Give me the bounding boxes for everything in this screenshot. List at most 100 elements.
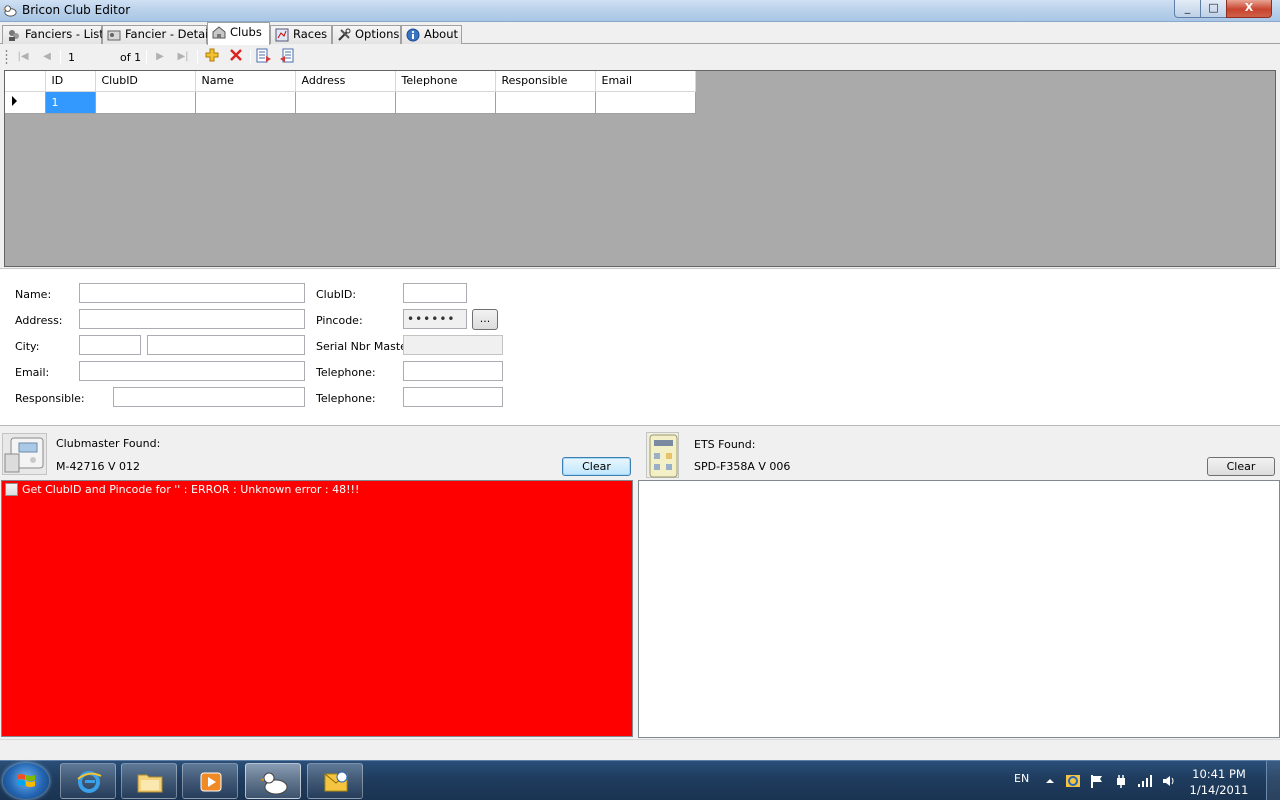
pincode-field[interactable] — [403, 309, 467, 329]
tab-label: About — [424, 27, 459, 41]
tab-fancier-detail[interactable]: Fancier - Detail — [102, 25, 212, 44]
move-first-button[interactable]: |◀ — [14, 48, 32, 66]
column-header-name[interactable]: Name — [195, 71, 296, 92]
language-indicator[interactable]: EN — [1014, 772, 1029, 785]
start-button[interactable] — [3, 763, 49, 799]
load-items-button[interactable] — [278, 48, 296, 66]
clubmaster-clear-button[interactable]: Clear — [562, 457, 631, 476]
cell-telephone[interactable] — [395, 91, 496, 114]
clubmaster-log-list[interactable]: Get ClubID and Pincode for '' : ERROR : … — [1, 480, 633, 737]
cell-responsible[interactable] — [495, 91, 596, 114]
delete-button[interactable] — [227, 48, 245, 66]
tab-about[interactable]: About — [401, 25, 462, 44]
row-selector[interactable] — [5, 91, 46, 114]
log-item-checkbox[interactable] — [5, 483, 18, 496]
responsible-field[interactable] — [113, 387, 305, 407]
delete-icon — [230, 49, 242, 61]
tab-clubs[interactable]: Clubs — [207, 22, 270, 45]
add-new-button[interactable] — [203, 48, 221, 66]
clubmaster-device-icon — [4, 437, 44, 473]
responsible-label: Responsible: — [15, 392, 85, 405]
column-header-email[interactable]: Email — [595, 71, 696, 92]
add-icon — [205, 48, 219, 62]
toolbar-separator — [250, 50, 251, 64]
column-header-id[interactable]: ID — [45, 71, 96, 92]
close-button[interactable]: X — [1226, 0, 1272, 18]
tab-options[interactable]: Options — [332, 25, 401, 44]
ets-device-image — [646, 432, 679, 478]
show-desktop-button[interactable] — [1266, 761, 1280, 800]
cell-clubid[interactable] — [95, 91, 196, 114]
toolbar-grip[interactable] — [5, 49, 8, 65]
city-field[interactable] — [147, 335, 305, 355]
position-input[interactable] — [66, 49, 114, 66]
column-header-telephone[interactable]: Telephone — [395, 71, 496, 92]
move-last-button[interactable]: ▶| — [174, 48, 192, 66]
email-field[interactable] — [79, 361, 305, 381]
move-previous-button[interactable]: ◀ — [38, 48, 56, 66]
zipcode-field[interactable] — [79, 335, 141, 355]
column-header-clubid[interactable]: ClubID — [95, 71, 196, 92]
tab-fanciers-list[interactable]: Fanciers - List — [2, 25, 104, 44]
list-item[interactable]: Get ClubID and Pincode for '' : ERROR : … — [5, 483, 359, 496]
taskbar-clock[interactable]: 10:41 PM 1/14/2011 — [1184, 766, 1254, 798]
ets-clear-button[interactable]: Clear — [1207, 457, 1275, 476]
row-header-corner — [5, 71, 46, 92]
internet-explorer-icon — [77, 771, 102, 793]
current-row-arrow-icon — [12, 95, 17, 106]
cell-name[interactable] — [195, 91, 296, 114]
save-grid-icon — [256, 48, 271, 63]
telephone-field[interactable] — [403, 361, 503, 381]
clubs-table: ID ClubID Name Address Telephone Respons… — [5, 71, 696, 114]
outlook-tray-icon[interactable] — [1065, 773, 1081, 789]
clubmaster-found-label: Clubmaster Found: — [56, 437, 161, 450]
clubid-field[interactable] — [403, 283, 467, 303]
fanciers-list-icon — [9, 30, 19, 41]
move-next-button[interactable]: ▶ — [151, 48, 169, 66]
pincode-browse-button[interactable]: ... — [472, 309, 498, 330]
taskbar-media-player[interactable] — [182, 763, 238, 799]
tab-races[interactable]: Races — [270, 25, 332, 44]
clubs-grid[interactable]: ID ClubID Name Address Telephone Respons… — [4, 70, 1276, 267]
taskbar-windows-explorer[interactable] — [121, 763, 177, 799]
column-header-address[interactable]: Address — [295, 71, 396, 92]
ets-found-label: ETS Found: — [694, 438, 756, 451]
folder-icon — [137, 774, 163, 793]
address-label: Address: — [15, 314, 63, 327]
clubs-icon — [212, 26, 226, 39]
taskbar-outlook[interactable] — [307, 763, 363, 799]
load-grid-icon — [280, 48, 294, 63]
clubid-label: ClubID: — [316, 288, 357, 301]
show-hidden-icons-icon[interactable] — [1042, 773, 1058, 789]
tab-strip: Fanciers - List Fancier - Detail Clubs R… — [0, 22, 1280, 45]
address-field[interactable] — [79, 309, 305, 329]
ets-panel: ETS Found: SPD-F358A V 006 Clear — [638, 427, 1280, 479]
record-count-label: of 1 — [120, 51, 142, 64]
action-center-flag-icon[interactable] — [1089, 773, 1105, 789]
email-label: Email: — [15, 366, 50, 379]
window-title: Bricon Club Editor — [22, 3, 131, 17]
windows-logo-icon — [17, 774, 35, 787]
volume-icon[interactable] — [1161, 773, 1177, 789]
column-header-responsible[interactable]: Responsible — [495, 71, 596, 92]
ets-device-icon — [649, 434, 678, 478]
taskbar-bricon-app[interactable] — [245, 763, 301, 799]
name-label: Name: — [15, 288, 52, 301]
serial-nbr-master-field[interactable] — [403, 335, 503, 355]
save-items-button[interactable] — [255, 48, 273, 66]
minimize-button[interactable]: _ — [1174, 0, 1201, 18]
name-field[interactable] — [79, 283, 305, 303]
table-row[interactable]: 1 — [5, 91, 696, 114]
cell-address[interactable] — [295, 91, 396, 114]
telephone2-field[interactable] — [403, 387, 503, 407]
info-icon — [406, 28, 420, 42]
ets-log-list[interactable] — [638, 480, 1280, 738]
tab-label: Clubs — [230, 25, 262, 39]
clubmaster-device-image — [2, 433, 47, 475]
power-plug-icon[interactable] — [1113, 773, 1129, 789]
cell-id[interactable]: 1 — [45, 91, 96, 114]
cell-email[interactable] — [595, 91, 696, 114]
taskbar-internet-explorer[interactable] — [60, 763, 116, 799]
network-signal-icon[interactable] — [1137, 773, 1153, 789]
maximize-button[interactable]: □ — [1200, 0, 1227, 18]
